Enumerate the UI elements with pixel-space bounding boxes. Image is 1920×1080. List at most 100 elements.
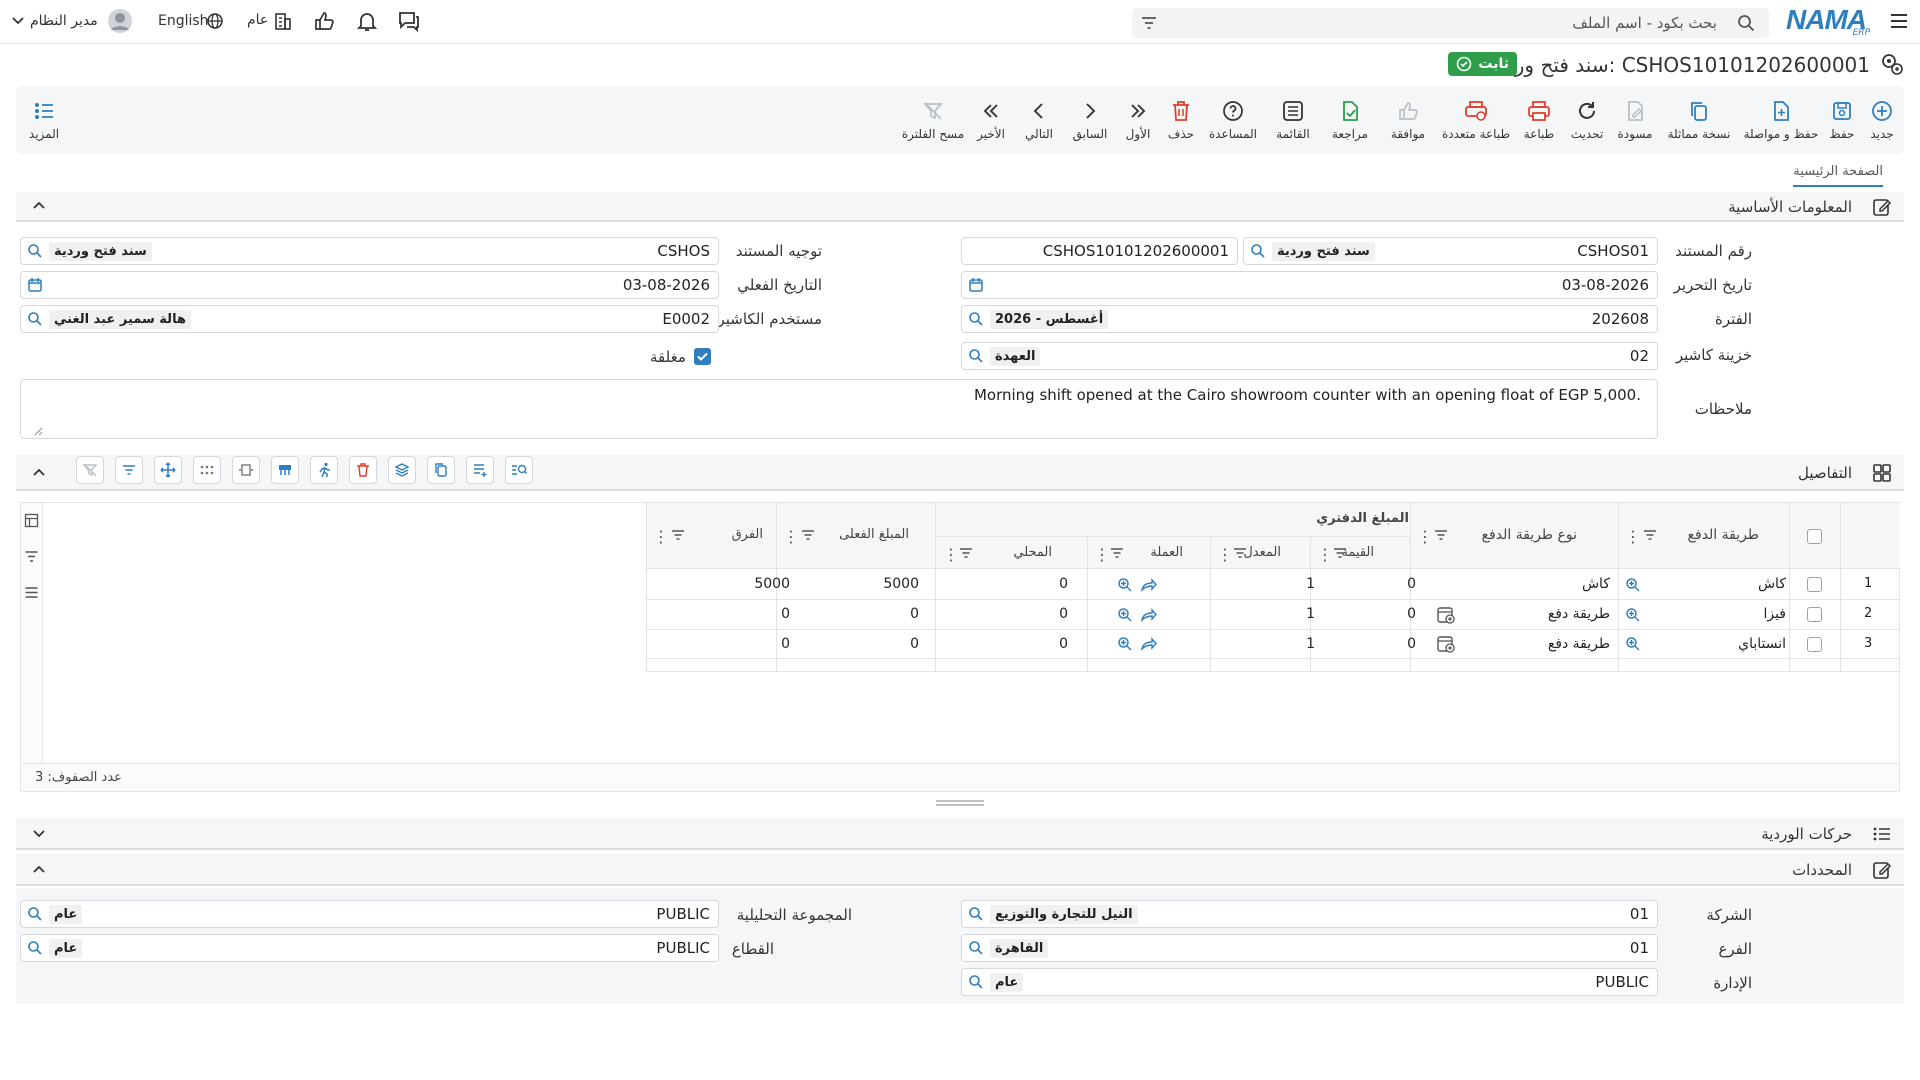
lookup-icon[interactable] — [1116, 606, 1134, 624]
lookup-icon[interactable] — [1624, 576, 1642, 594]
col-currency[interactable]: العملة — [1150, 545, 1183, 560]
grid-filter-button[interactable] — [115, 456, 143, 484]
chevron-up-icon[interactable] — [32, 200, 46, 210]
select-all-checkbox[interactable] — [1807, 529, 1822, 544]
approve-button[interactable]: موافقة — [1378, 86, 1438, 154]
section-dimensions[interactable]: المحددات — [16, 854, 1904, 886]
refresh-button[interactable]: تحديث — [1564, 86, 1610, 154]
payment-method-cell[interactable]: كاش — [1758, 576, 1786, 592]
difference-cell[interactable]: 0 — [781, 636, 790, 652]
menu-icon[interactable] — [1888, 10, 1910, 32]
row-checkbox[interactable] — [1807, 637, 1822, 652]
actual-amount-cell[interactable]: 0 — [910, 636, 919, 652]
edit-date-field[interactable]: 03-08-2026 — [961, 271, 1658, 299]
building-icon[interactable] — [273, 11, 293, 31]
row-checkbox[interactable] — [1807, 607, 1822, 622]
col-local[interactable]: المحلي — [1013, 545, 1052, 560]
payment-type-cell[interactable]: كاش — [1582, 576, 1610, 592]
column-filter-icon[interactable] — [1643, 529, 1657, 541]
calendar-icon[interactable] — [27, 277, 43, 293]
rate-cell[interactable]: 1 — [1306, 606, 1315, 622]
draft-button[interactable]: مسودة — [1610, 86, 1660, 154]
column-filter-icon[interactable] — [1233, 547, 1247, 559]
section-basic-info[interactable]: المعلومات الأساسية — [16, 192, 1904, 222]
payment-method-cell[interactable]: فيزا — [1763, 606, 1786, 622]
chat-icon[interactable] — [397, 10, 421, 32]
value-cell[interactable]: 0 — [1407, 606, 1416, 622]
cashier-box-field[interactable]: 02 العهدة — [961, 342, 1658, 370]
chevron-up-icon[interactable] — [32, 467, 46, 477]
grid-layers-button[interactable] — [388, 456, 416, 484]
column-menu-icon[interactable]: ⋮ — [653, 527, 669, 546]
column-filter-icon[interactable] — [671, 529, 685, 541]
last-button[interactable]: الأخير — [968, 86, 1014, 154]
lookup-icon[interactable] — [1116, 576, 1134, 594]
save-button[interactable]: حفظ — [1820, 86, 1864, 154]
lookup-icon[interactable] — [1624, 606, 1642, 624]
grid-run-button[interactable] — [310, 456, 338, 484]
grid-copy-button[interactable] — [427, 456, 455, 484]
filter-icon[interactable] — [1140, 15, 1158, 31]
lookup-icon[interactable] — [27, 940, 43, 956]
lookup-icon[interactable] — [968, 906, 984, 922]
review-button[interactable]: مراجعة — [1322, 86, 1378, 154]
col-payment-method[interactable]: طريقة الدفع — [1688, 527, 1759, 543]
delete-button[interactable]: حذف — [1160, 86, 1202, 154]
col-difference[interactable]: الفرق — [732, 527, 763, 542]
grid-search-list-button[interactable] — [505, 456, 533, 484]
print-button[interactable]: طباعة — [1514, 86, 1564, 154]
local-cell[interactable]: 0 — [1059, 606, 1068, 622]
grid-fit-columns-button[interactable] — [232, 456, 260, 484]
avatar-icon[interactable] — [107, 8, 133, 34]
cashier-user-field[interactable]: E0002 هالة سمير عبد الغني — [20, 305, 719, 333]
settings-cog-icon[interactable] — [1878, 50, 1906, 78]
list-button[interactable]: القائمة — [1264, 86, 1322, 154]
chevron-up-icon[interactable] — [32, 864, 46, 874]
share-icon[interactable] — [1139, 635, 1157, 653]
more-button[interactable]: المزيد — [16, 86, 72, 154]
doc-number-value-field[interactable]: CSHOS10101202600001 — [961, 237, 1238, 265]
payment-method-cell[interactable]: انستاباي — [1738, 636, 1786, 652]
splitter-handle-icon[interactable] — [935, 799, 985, 807]
grid-table-button[interactable] — [271, 456, 299, 484]
table-row[interactable]: 3 انستاباي طريقة دفع 0 1 0 0 0 — [646, 630, 1900, 658]
lookup-icon[interactable] — [27, 243, 43, 259]
new-button[interactable]: جديد — [1860, 86, 1904, 154]
calendar-icon[interactable] — [968, 277, 984, 293]
table-row[interactable]: 2 فيزا طريقة دفع 0 1 0 0 0 — [646, 600, 1900, 629]
department-field[interactable]: PUBLIC عام — [961, 968, 1658, 996]
payment-type-cell[interactable]: طريقة دفع — [1548, 636, 1610, 652]
difference-cell[interactable]: 5000 — [754, 576, 790, 592]
column-menu-icon[interactable]: ⋮ — [943, 545, 959, 564]
filter-icon[interactable] — [24, 549, 39, 564]
column-filter-icon[interactable] — [959, 547, 973, 559]
table-row[interactable]: 1 كاش كاش 0 1 0 5000 5000 — [646, 570, 1900, 599]
grid-clear-filter-button[interactable] — [76, 456, 104, 484]
nama-logo[interactable]: NAMA ERP — [1786, 4, 1870, 38]
copy-button[interactable]: نسخة مماثلة — [1660, 86, 1738, 154]
col-rate[interactable]: المعدل — [1243, 545, 1281, 560]
col-payment-type[interactable]: نوع طريقة الدفع — [1482, 527, 1577, 543]
sector-field[interactable]: PUBLIC عام — [20, 934, 719, 962]
lookup-icon[interactable] — [968, 974, 984, 990]
column-menu-icon[interactable]: ⋮ — [1317, 545, 1333, 564]
analytic-group-field[interactable]: PUBLIC عام — [20, 900, 719, 928]
column-menu-icon[interactable]: ⋮ — [783, 527, 799, 546]
value-cell[interactable]: 0 — [1407, 636, 1416, 652]
columns-icon[interactable] — [24, 513, 39, 528]
lookup-icon[interactable] — [1116, 635, 1134, 653]
lookup-icon[interactable] — [27, 906, 43, 922]
lookup-icon[interactable] — [1624, 635, 1642, 653]
user-name[interactable]: مدير النظام — [30, 13, 98, 29]
first-button[interactable]: الأول — [1116, 86, 1160, 154]
previous-button[interactable]: السابق — [1064, 86, 1116, 154]
actual-date-field[interactable]: 03-08-2026 — [20, 271, 719, 299]
column-menu-icon[interactable]: ⋮ — [1417, 527, 1433, 546]
share-icon[interactable] — [1139, 576, 1157, 594]
column-menu-icon[interactable]: ⋮ — [1625, 527, 1641, 546]
column-filter-icon[interactable] — [801, 529, 815, 541]
language-label[interactable]: English — [158, 13, 209, 29]
hamburger-icon[interactable] — [24, 585, 39, 600]
rate-cell[interactable]: 1 — [1306, 636, 1315, 652]
closed-checkbox[interactable] — [694, 348, 711, 365]
